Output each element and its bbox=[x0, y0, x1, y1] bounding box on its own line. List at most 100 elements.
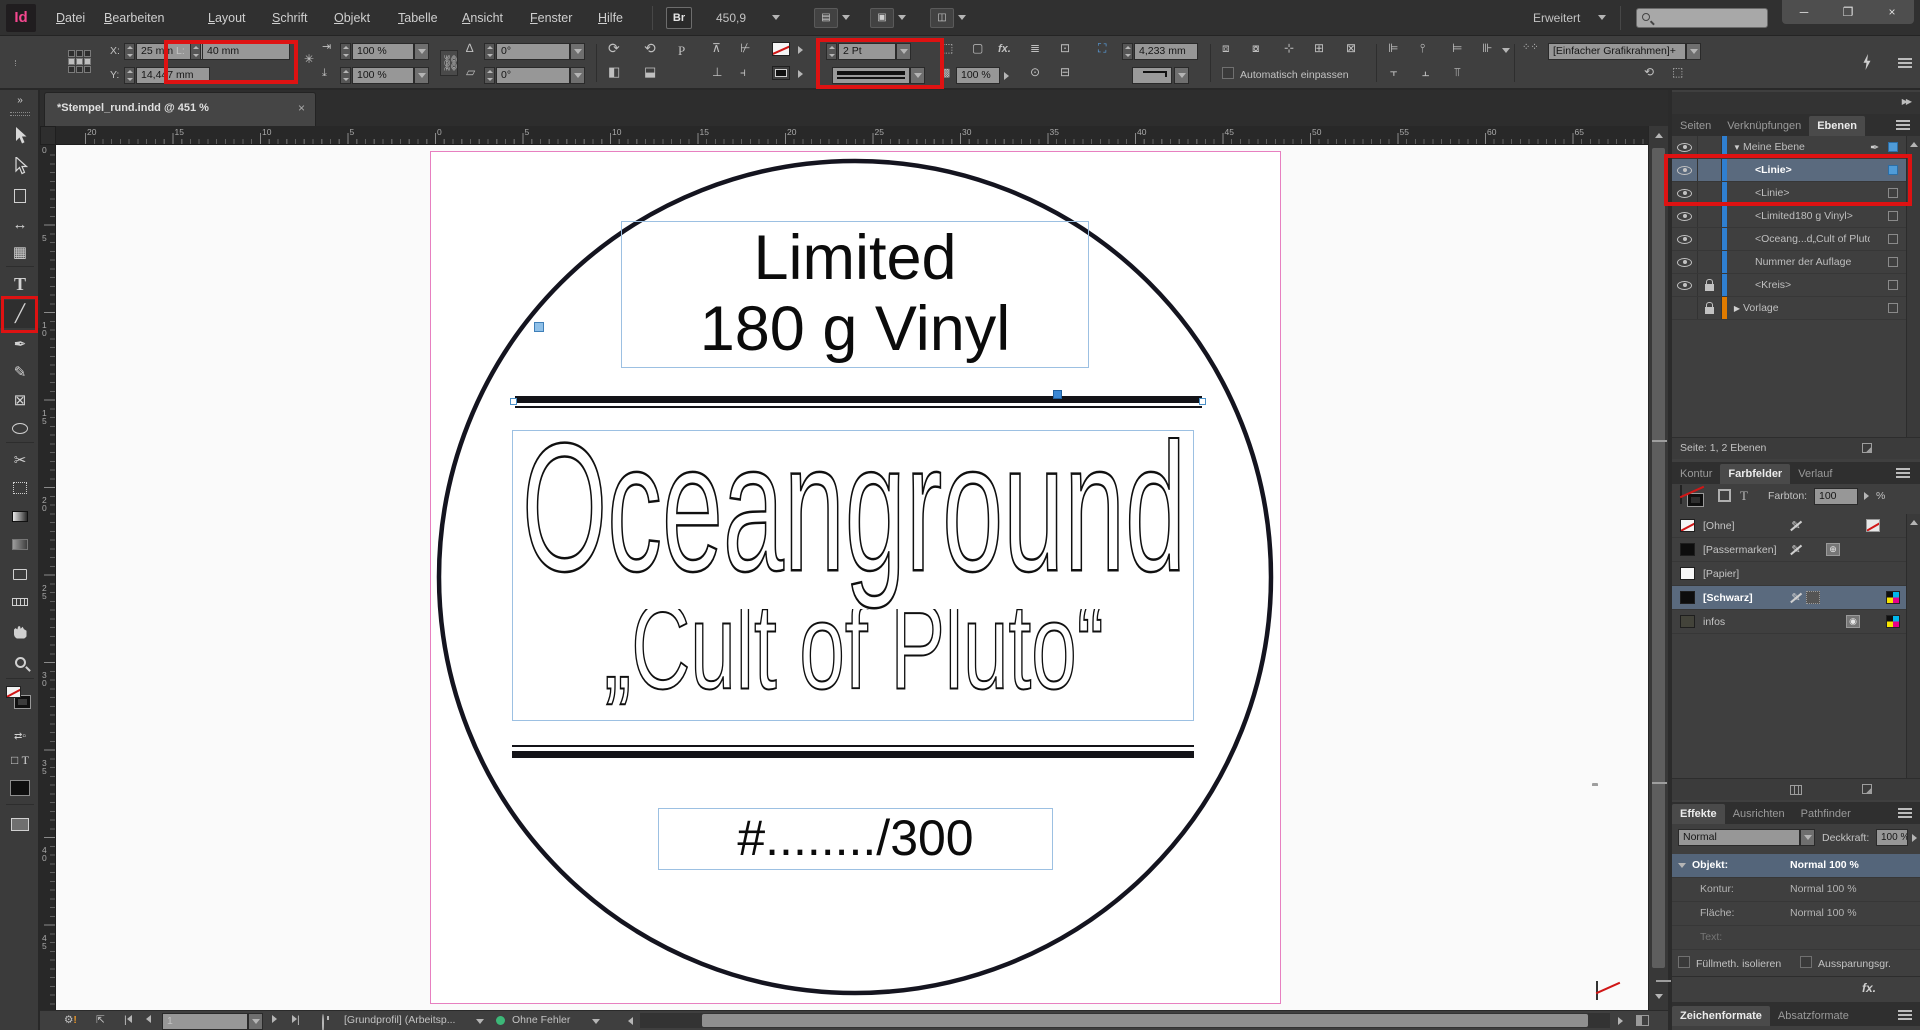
panel-tab[interactable]: Farbfelder bbox=[1720, 464, 1790, 484]
center-content-button[interactable]: ⊹ bbox=[1284, 41, 1294, 55]
lock-cell[interactable] bbox=[1698, 228, 1722, 250]
swatch-row[interactable]: [Ohne] ✎ ⊕ ◉ bbox=[1672, 514, 1906, 538]
expand-icon[interactable]: ▶ bbox=[1731, 304, 1743, 313]
content-collector-tool[interactable]: ▦ bbox=[0, 238, 40, 266]
object-style-field[interactable]: [Einfacher Grafikrahmen]+ bbox=[1548, 43, 1686, 60]
page-tool[interactable] bbox=[0, 182, 40, 210]
toolbar-grip[interactable] bbox=[10, 112, 30, 116]
swatch-name[interactable]: [Ohne] bbox=[1695, 520, 1786, 532]
shear-dropdown[interactable] bbox=[570, 67, 585, 84]
note-tool[interactable] bbox=[0, 560, 40, 588]
eye-icon[interactable] bbox=[1677, 189, 1692, 198]
expand-icon[interactable] bbox=[1678, 863, 1686, 868]
layer-name[interactable]: Vorlage bbox=[1743, 302, 1870, 314]
tab-zeichenformate[interactable]: Zeichenformate bbox=[1672, 1006, 1770, 1026]
opacity-field[interactable]: 100 % bbox=[956, 67, 1000, 84]
layer-name[interactable]: Meine Ebene bbox=[1743, 141, 1870, 153]
align-right-button[interactable]: ⊨ bbox=[1452, 41, 1462, 55]
y-stepper[interactable] bbox=[124, 67, 135, 84]
flip-vertical-button[interactable]: ⬓ bbox=[644, 65, 656, 79]
selection-indicator[interactable] bbox=[1888, 211, 1898, 221]
text-affect-icon[interactable]: T bbox=[22, 753, 29, 768]
corner-radius-field[interactable]: 4,233 mm bbox=[1134, 43, 1198, 60]
object-effects-icon[interactable]: ▢ bbox=[972, 41, 983, 55]
close-button[interactable]: × bbox=[1875, 3, 1909, 21]
swatches-scrollbar[interactable] bbox=[1906, 514, 1920, 778]
swatch-views-icon[interactable] bbox=[1790, 785, 1802, 795]
workspace-dropdown-icon[interactable] bbox=[1598, 15, 1606, 20]
effects-target-row[interactable]: Objekt: Normal 100 % bbox=[1672, 854, 1920, 878]
direct-selection-tool[interactable] bbox=[0, 152, 40, 180]
error-status-dropdown-icon[interactable] bbox=[592, 1019, 600, 1024]
fx-button[interactable]: fx. bbox=[998, 42, 1011, 56]
menu-item[interactable]: Tabelle bbox=[394, 0, 442, 36]
pencil-tool[interactable]: ✎ bbox=[0, 358, 40, 386]
free-transform-tool[interactable] bbox=[0, 474, 40, 502]
swatch-row[interactable]: [Schwarz] ✎ ⊕ ◉ bbox=[1672, 586, 1906, 610]
page-number-field[interactable]: 1 bbox=[162, 1013, 248, 1030]
shear-stepper[interactable] bbox=[484, 67, 495, 84]
line-center-handle[interactable] bbox=[1053, 390, 1062, 399]
tint-flyout-icon[interactable] bbox=[1864, 492, 1869, 500]
selected-line-object[interactable] bbox=[515, 396, 1202, 408]
select-last-icon[interactable]: ⫞ bbox=[740, 65, 746, 79]
fill-stroke-proxy[interactable] bbox=[6, 686, 34, 716]
layer-row[interactable]: Nummer der Auflage ✒ bbox=[1672, 251, 1906, 274]
scroll-down-icon[interactable] bbox=[1655, 994, 1663, 999]
rotate-stepper[interactable] bbox=[484, 43, 495, 60]
panel-grip[interactable] bbox=[0, 60, 16, 66]
lock-cell[interactable] bbox=[1698, 251, 1722, 273]
pen-tool[interactable]: ✒ bbox=[0, 330, 40, 358]
visibility-cell[interactable] bbox=[1672, 205, 1698, 227]
corner-shape-dropdown[interactable] bbox=[1174, 67, 1189, 84]
previous-page-button[interactable] bbox=[146, 1014, 151, 1026]
align-dropdown-icon[interactable] bbox=[1502, 48, 1510, 53]
collapse-panels-icon[interactable]: ▶▶ bbox=[1902, 97, 1910, 106]
swatches-scroll-up-icon[interactable] bbox=[1910, 520, 1918, 525]
object-style-dropdown[interactable] bbox=[1686, 43, 1701, 60]
length-field[interactable]: 40 mm bbox=[202, 43, 290, 60]
container-icon[interactable]: □ bbox=[11, 753, 18, 767]
panel-tab[interactable]: Pathfinder bbox=[1793, 804, 1859, 824]
text-wrap-none-button[interactable]: ≣ bbox=[1030, 41, 1040, 55]
scale-x-field[interactable]: 100 % bbox=[352, 43, 414, 60]
fit-content-to-frame-button[interactable]: ⧈ bbox=[1222, 41, 1230, 55]
rectangle-frame-tool[interactable]: ⊠ bbox=[0, 386, 40, 414]
workspace-switcher[interactable]: Erweitert bbox=[1533, 11, 1580, 25]
horizontal-ruler[interactable]: 20151050510152025303540455055606570 bbox=[56, 126, 1648, 145]
last-page-button[interactable]: | bbox=[292, 1014, 300, 1026]
align-bottom-button[interactable]: ⫪ bbox=[1454, 65, 1461, 79]
blend-mode-field[interactable]: Normal bbox=[1678, 829, 1800, 846]
scale-y-stepper[interactable] bbox=[340, 67, 351, 84]
effects-target-icon[interactable]: ⬚ bbox=[942, 41, 953, 55]
fill-proxy-swatch[interactable] bbox=[1680, 485, 1682, 504]
stroke-weight-field[interactable]: 2 Pt bbox=[838, 43, 896, 60]
eye-icon[interactable] bbox=[1677, 235, 1692, 244]
corner-shape-preview[interactable] bbox=[1132, 67, 1172, 84]
selection-indicator[interactable] bbox=[1888, 257, 1898, 267]
rotate-ccw-button[interactable]: ⟲ bbox=[644, 41, 656, 55]
fill-color-swatch[interactable] bbox=[772, 42, 790, 56]
control-panel-menu-icon[interactable] bbox=[1898, 58, 1912, 68]
layer-row[interactable]: <Linie> ✒ bbox=[1672, 182, 1906, 205]
text-frame-limited[interactable]: Limited 180 g Vinyl bbox=[621, 221, 1089, 368]
menu-item[interactable]: Layout bbox=[204, 0, 250, 36]
visibility-cell[interactable] bbox=[1672, 159, 1698, 181]
menu-item[interactable]: Objekt bbox=[330, 0, 374, 36]
lock-icon[interactable] bbox=[1705, 307, 1714, 314]
layer-row[interactable]: ▼ Meine Ebene ✒ bbox=[1672, 136, 1906, 159]
minimize-button[interactable]: ─ bbox=[1787, 3, 1821, 21]
align-left-button[interactable]: ⊫ bbox=[1388, 41, 1398, 55]
menu-item[interactable]: Ansicht bbox=[458, 0, 507, 36]
layer-row[interactable]: <Oceang...d„Cult of Pluto“> ✒ bbox=[1672, 228, 1906, 251]
hand-tool[interactable] bbox=[0, 618, 40, 646]
stroke-style-dropdown[interactable] bbox=[910, 67, 925, 84]
zoom-dropdown-icon[interactable] bbox=[772, 15, 780, 20]
panel-tab[interactable]: Seiten bbox=[1672, 116, 1719, 136]
select-container-icon[interactable]: P bbox=[678, 44, 685, 58]
tint-field[interactable]: 100 bbox=[1814, 488, 1858, 505]
container-affect-icon[interactable] bbox=[1718, 489, 1731, 502]
swatch-name[interactable]: infos bbox=[1695, 616, 1786, 628]
vertical-ruler[interactable]: 0510152025303540455 bbox=[40, 145, 56, 1010]
swatch-row[interactable]: [Papier] ✎ ⊕ ◉ bbox=[1672, 562, 1906, 586]
